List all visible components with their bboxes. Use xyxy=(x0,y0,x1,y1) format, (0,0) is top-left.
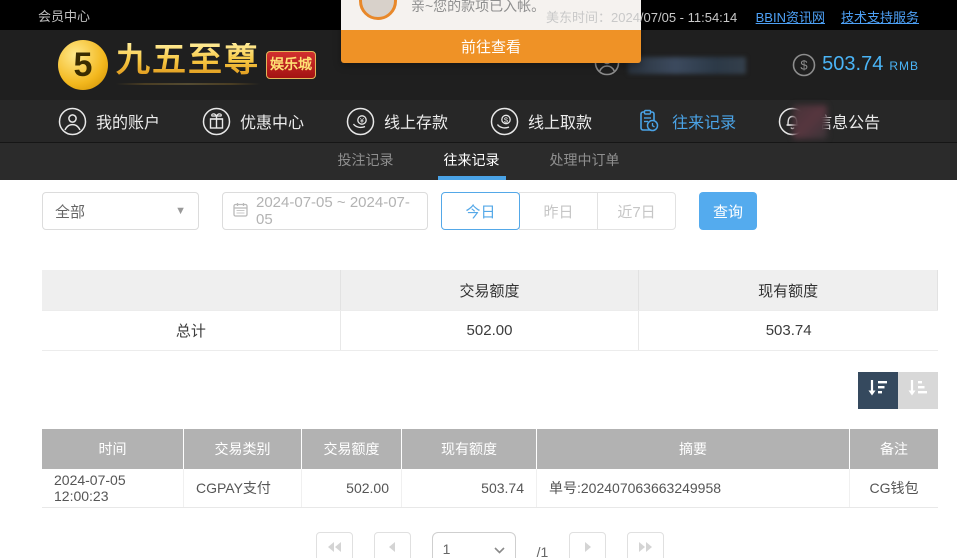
calendar-icon xyxy=(233,202,248,221)
cell-summary: 单号:202407063663249958 xyxy=(537,469,850,507)
col-remark: 备注 xyxy=(850,429,938,469)
records-table-header: 时间 交易类别 交易额度 现有额度 摘要 备注 xyxy=(42,429,938,469)
nav-item-promotions[interactable]: 优惠中心 xyxy=(202,107,304,136)
summary-header-current: 现有额度 xyxy=(639,270,938,310)
chevron-down-icon xyxy=(494,541,505,557)
nav-item-transaction-records[interactable]: 往来记录 xyxy=(634,107,736,136)
first-page-icon xyxy=(326,540,343,558)
col-time: 时间 xyxy=(42,429,184,469)
gift-icon xyxy=(202,107,231,136)
search-button[interactable]: 查询 xyxy=(699,192,757,230)
first-page-button[interactable] xyxy=(316,532,353,558)
page-title: 会员中心 xyxy=(38,6,90,25)
logo-badge: 娱乐城 xyxy=(266,51,316,79)
tech-support-link[interactable]: 技术支持服务 xyxy=(841,7,919,26)
prev-page-button[interactable] xyxy=(374,532,411,558)
member-center-page: 会员中心 美东时间：2024/07/05 - 11:54:14 BBIN资讯网 … xyxy=(0,0,957,558)
summary-header-row: 交易额度 现有额度 xyxy=(42,270,938,310)
summary-total-label: 总计 xyxy=(42,310,341,350)
topbar-links: BBIN资讯网 技术支持服务 xyxy=(756,7,919,26)
last7days-button[interactable]: 近7日 xyxy=(597,192,676,230)
svg-text:¥: ¥ xyxy=(360,118,364,125)
sort-descending-button[interactable] xyxy=(858,372,898,409)
sort-ascending-button[interactable] xyxy=(898,372,938,409)
tab-pending-orders[interactable]: 处理中订单 xyxy=(544,143,626,180)
notification-avatar-icon xyxy=(359,0,397,20)
prev-page-icon xyxy=(387,540,397,558)
summary-total-row: 总计 502.00 503.74 xyxy=(42,310,938,350)
cell-transaction-amount: 502.00 xyxy=(302,469,402,507)
svg-text:$: $ xyxy=(801,58,809,73)
redaction-blur xyxy=(793,105,827,139)
balance[interactable]: $ 503.74 RMB xyxy=(792,53,919,77)
cell-current-amount: 503.74 xyxy=(402,469,537,507)
summary-transaction-amount: 502.00 xyxy=(341,310,640,350)
page-total-label: /1 xyxy=(537,544,549,558)
col-transaction-amount: 交易额度 xyxy=(302,429,402,469)
records-icon xyxy=(634,107,663,136)
sort-ascending-icon xyxy=(907,378,929,403)
summary-header-empty xyxy=(42,270,341,310)
last-page-icon xyxy=(637,540,654,558)
balance-amount: 503.74 xyxy=(822,53,883,76)
filter-row: 全部 ▼ 2024-07-05 ~ 2024-07-05 今日 昨日 近7日 查… xyxy=(42,192,938,230)
cell-remark: CG钱包 xyxy=(850,469,938,507)
summary-header-transaction: 交易额度 xyxy=(341,270,640,310)
nav-item-withdraw[interactable]: $ 线上取款 xyxy=(490,107,592,136)
logo-coin-icon: 5 xyxy=(58,40,108,90)
sub-nav: 投注记录 往来记录 处理中订单 xyxy=(0,143,957,180)
balance-currency: RMB xyxy=(889,59,919,73)
user-icon xyxy=(58,107,87,136)
notification-message: 亲~您的款项已入帐。 xyxy=(411,0,545,16)
next-page-icon xyxy=(583,540,593,558)
last-page-button[interactable] xyxy=(627,532,664,558)
logo-flourish xyxy=(116,81,260,87)
page-select-value: 1 xyxy=(443,541,451,557)
chevron-down-icon: ▼ xyxy=(175,205,186,217)
deposit-icon: ¥ xyxy=(346,107,375,136)
summary-table: 交易额度 现有额度 总计 502.00 503.74 xyxy=(42,270,938,351)
nav-item-deposit[interactable]: ¥ 线上存款 xyxy=(346,107,448,136)
sort-descending-icon xyxy=(867,378,889,403)
type-select[interactable]: 全部 ▼ xyxy=(42,192,199,230)
table-row: 2024-07-05 12:00:23 CGPAY支付 502.00 503.7… xyxy=(42,469,938,508)
cell-type: CGPAY支付 xyxy=(184,469,302,507)
tab-bet-records[interactable]: 投注记录 xyxy=(332,143,400,180)
summary-current-amount: 503.74 xyxy=(639,310,938,350)
tab-transaction-records[interactable]: 往来记录 xyxy=(438,143,506,180)
page-select[interactable]: 1 xyxy=(432,532,516,558)
content-area: 全部 ▼ 2024-07-05 ~ 2024-07-05 今日 昨日 近7日 查… xyxy=(0,180,957,558)
user-area: $ 503.74 RMB xyxy=(594,50,919,81)
sort-controls xyxy=(42,372,938,409)
withdraw-icon: $ xyxy=(490,107,519,136)
records-table: 时间 交易类别 交易额度 现有额度 摘要 备注 2024-07-05 12:00… xyxy=(42,429,938,508)
next-page-button[interactable] xyxy=(569,532,606,558)
col-type: 交易类别 xyxy=(184,429,302,469)
nav-item-my-account[interactable]: 我的账户 xyxy=(58,107,160,136)
yesterday-button[interactable]: 昨日 xyxy=(519,192,598,230)
date-range-input[interactable]: 2024-07-05 ~ 2024-07-05 xyxy=(222,192,428,230)
main-nav: 我的账户 优惠中心 ¥ 线上存款 $ 线上取款 往来记录 信息公告 xyxy=(0,100,957,143)
col-summary: 摘要 xyxy=(537,429,850,469)
go-view-button[interactable]: 前往查看 xyxy=(341,30,641,63)
cell-time: 2024-07-05 12:00:23 xyxy=(42,469,184,507)
today-button[interactable]: 今日 xyxy=(441,192,520,230)
quick-date-group: 今日 昨日 近7日 xyxy=(441,192,676,230)
username-redacted xyxy=(628,57,746,74)
dollar-circle-icon: $ xyxy=(792,53,816,77)
bbin-news-link[interactable]: BBIN资讯网 xyxy=(756,7,825,26)
site-logo[interactable]: 5 九五至尊 娱乐城 xyxy=(58,40,316,90)
col-current-amount: 现有额度 xyxy=(402,429,537,469)
logo-title: 九五至尊 xyxy=(116,43,260,77)
pagination: 1 /1 xyxy=(42,532,938,558)
server-time-label: 美东时间：2024/07/05 - 11:54:14 xyxy=(546,7,737,26)
